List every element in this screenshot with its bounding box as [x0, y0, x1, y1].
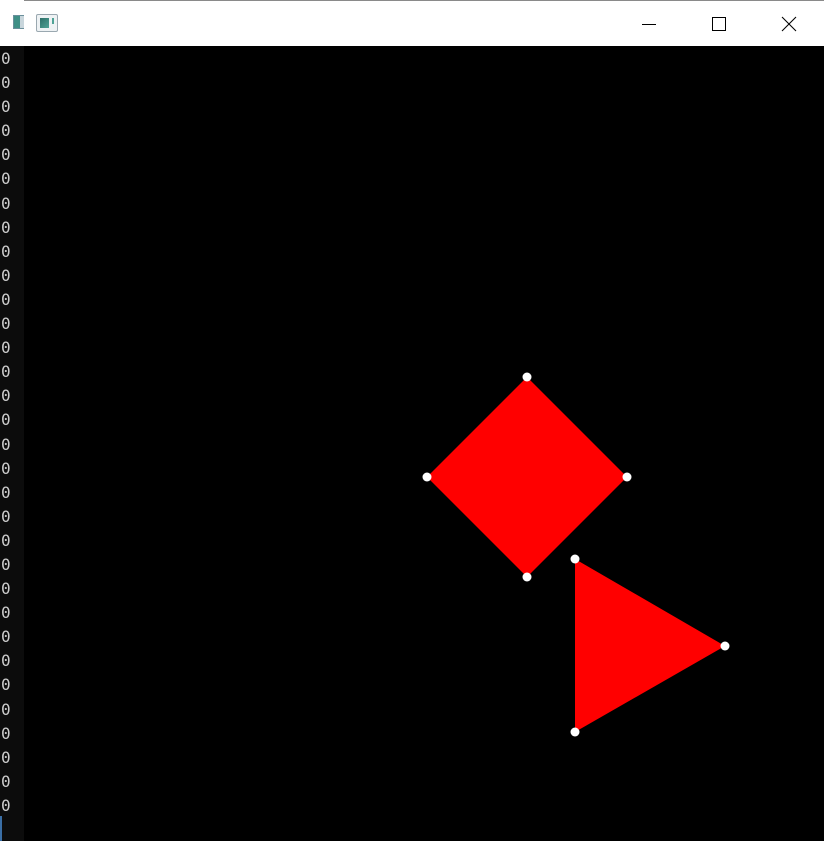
desktop: 0 0 0 0 0 0 0 0 0 0 0 0 0 0 0 0 0 0 0 0 0 0 0 0 0 0 0 0 0 0 0 0 [0, 0, 824, 841]
console-line: 0 [1, 241, 11, 261]
console-line: 0 [1, 699, 11, 719]
console-line: 0 [1, 73, 11, 93]
console-line: 0 [1, 795, 11, 815]
console-line: 0 [1, 458, 11, 478]
drawing-canvas[interactable] [24, 46, 824, 841]
diamond-vertex-handle-right[interactable] [622, 472, 632, 482]
console-line: 0 [1, 603, 11, 623]
drawing-window [24, 0, 824, 841]
maximize-button[interactable] [684, 1, 754, 46]
console-line: 0 [1, 169, 11, 189]
console-line: 0 [1, 217, 11, 237]
console-line: 0 [1, 530, 11, 550]
red-diamond-shape[interactable] [427, 377, 627, 577]
console-line: 0 [1, 386, 11, 406]
console-line: 0 [1, 193, 11, 213]
console-line: 0 [1, 97, 11, 117]
console-line: 0 [1, 579, 11, 599]
triangle-vertex-handle-bottom[interactable] [570, 727, 580, 737]
triangle-vertex-handle-right[interactable] [720, 641, 730, 651]
console-line: 0 [1, 410, 11, 430]
console-line: 0 [1, 121, 11, 141]
console-output: 0 0 0 0 0 0 0 0 0 0 0 0 0 0 0 0 0 0 0 0 0 0 0 0 0 0 0 0 0 0 0 0 [1, 47, 23, 818]
console-line: 0 [1, 265, 11, 285]
console-line: 0 [1, 627, 11, 647]
console-line: 0 [1, 434, 11, 454]
shapes-layer [422, 372, 730, 737]
diamond-vertex-handle-left[interactable] [422, 472, 432, 482]
window-titlebar[interactable] [24, 0, 824, 46]
diamond-vertex-handle-bottom[interactable] [522, 572, 532, 582]
background-console-window[interactable]: 0 0 0 0 0 0 0 0 0 0 0 0 0 0 0 0 0 0 0 0 0 0 0 0 0 0 0 0 0 0 0 0 [0, 0, 25, 841]
console-line: 0 [1, 145, 11, 165]
console-line: 0 [1, 482, 11, 502]
console-line: 0 [1, 289, 11, 309]
console-line: 0 [1, 506, 11, 526]
console-scroll-accent [0, 816, 2, 841]
console-line: 0 [1, 314, 11, 334]
console-line: 0 [1, 362, 11, 382]
diamond-vertex-handle-top[interactable] [522, 372, 532, 382]
app-window-icon[interactable] [36, 14, 58, 32]
console-line: 0 [1, 771, 11, 791]
red-triangle-shape[interactable] [575, 559, 725, 732]
minimize-icon [642, 24, 656, 25]
console-line: 0 [1, 554, 11, 574]
console-line: 0 [1, 675, 11, 695]
background-console-titlebar[interactable] [0, 0, 25, 46]
close-icon [781, 16, 797, 32]
console-line: 0 [1, 338, 11, 358]
console-line: 0 [1, 49, 11, 68]
console-line: 0 [1, 651, 11, 671]
minimize-button[interactable] [614, 1, 684, 46]
triangle-vertex-handle-top[interactable] [570, 554, 580, 564]
console-line: 0 [1, 723, 11, 743]
console-line: 0 [1, 747, 11, 767]
close-button[interactable] [754, 1, 824, 46]
maximize-icon [712, 17, 726, 31]
